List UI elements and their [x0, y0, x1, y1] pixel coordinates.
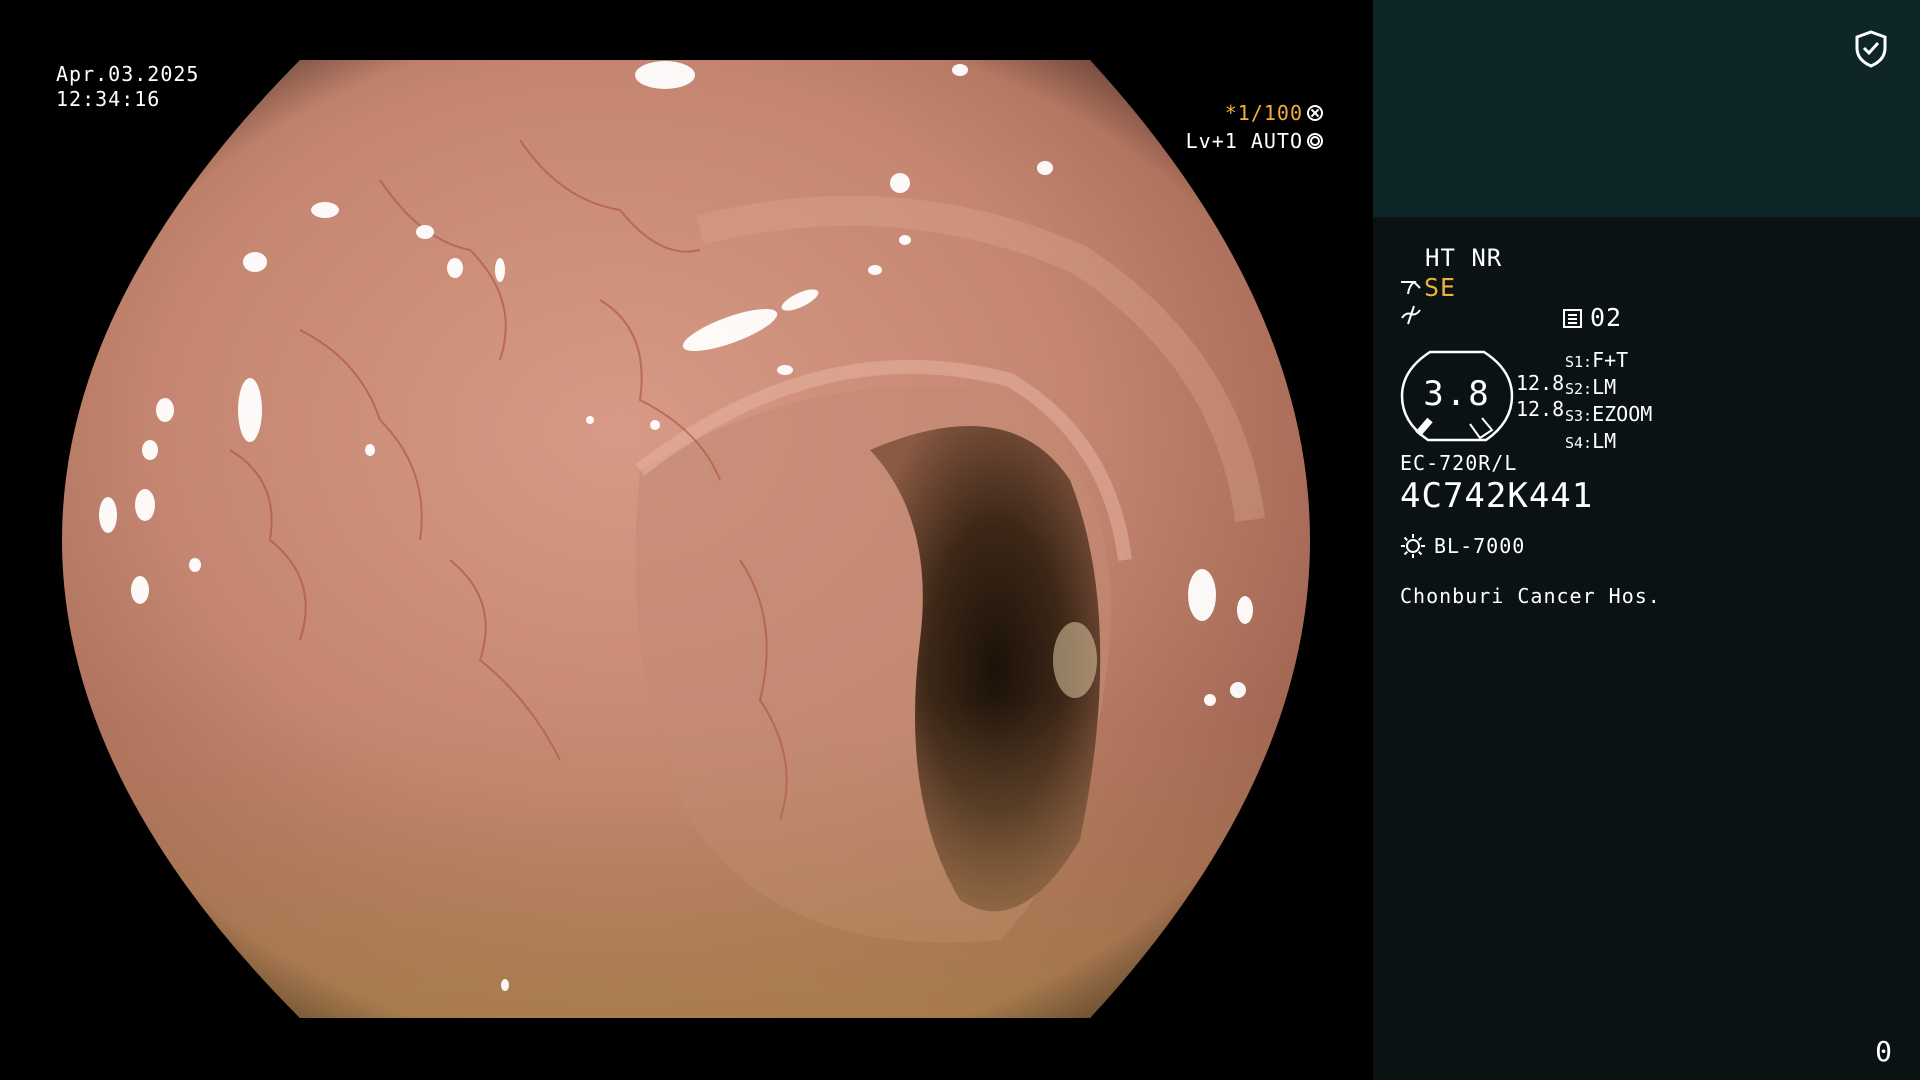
- dial-lower-value: 12.8: [1516, 397, 1565, 421]
- scope-serial: 4C742K441: [1400, 476, 1594, 516]
- level-text: Lv+1 AUTO: [1185, 128, 1303, 153]
- date-text: Apr.03.2025: [56, 62, 200, 86]
- light-source-row: BL-7000: [1400, 532, 1525, 560]
- hospital-name: Chonburi Cancer Hos.: [1400, 584, 1661, 608]
- dial-numbers: 12.8 12.8: [1516, 370, 1564, 422]
- panel-header: [1373, 0, 1920, 217]
- dial-upper-value: 12.8: [1516, 371, 1565, 395]
- shutter-speed-text: *1/100: [1224, 100, 1303, 125]
- scope-model: EC-720R/L: [1400, 451, 1518, 475]
- zoom-value: 3.8: [1423, 374, 1491, 414]
- light-source-label: BL-7000: [1434, 534, 1526, 558]
- ht-nr-label: HT NR: [1425, 244, 1503, 272]
- scope-se-icon: [1401, 281, 1421, 295]
- switch-row-1: S1:F+T: [1565, 348, 1629, 372]
- shutter-icon: [1307, 105, 1323, 121]
- image-counter: 0: [1875, 1035, 1892, 1068]
- iris-icon: [1307, 133, 1323, 149]
- switch-assignments: S1:F+T S2:LM S3:EZOOM S4:LM: [1565, 348, 1652, 456]
- enhancement-icon: [1400, 304, 1422, 332]
- switch-row-3: S3:EZOOM: [1565, 402, 1653, 426]
- se-row: SE: [1400, 274, 1456, 302]
- date-time-overlay: Apr.03.2025 12:34:16: [56, 62, 199, 112]
- exposure-overlay: *1/100 Lv+1 AUTO: [1186, 99, 1323, 155]
- shield-check-icon: [1855, 30, 1887, 68]
- memo-value: 02: [1590, 303, 1623, 332]
- switch-row-4: S4:LM: [1565, 429, 1617, 453]
- endoscopic-image: [62, 60, 1310, 1018]
- memo-row: 02: [1563, 304, 1622, 332]
- light-source-icon: [1401, 534, 1425, 558]
- endoscope-view: Apr.03.2025 12:34:16 *1/100 Lv+1 AUTO: [0, 0, 1373, 1080]
- memo-icon: [1563, 308, 1582, 328]
- info-panel: HT NR SE 02 3.8 12.8 12.8 S1:F+T S2:LM S…: [1373, 0, 1920, 1080]
- time-text: 12:34:16: [56, 87, 161, 111]
- switch-row-2: S2:LM: [1565, 375, 1617, 399]
- se-label: SE: [1424, 273, 1457, 302]
